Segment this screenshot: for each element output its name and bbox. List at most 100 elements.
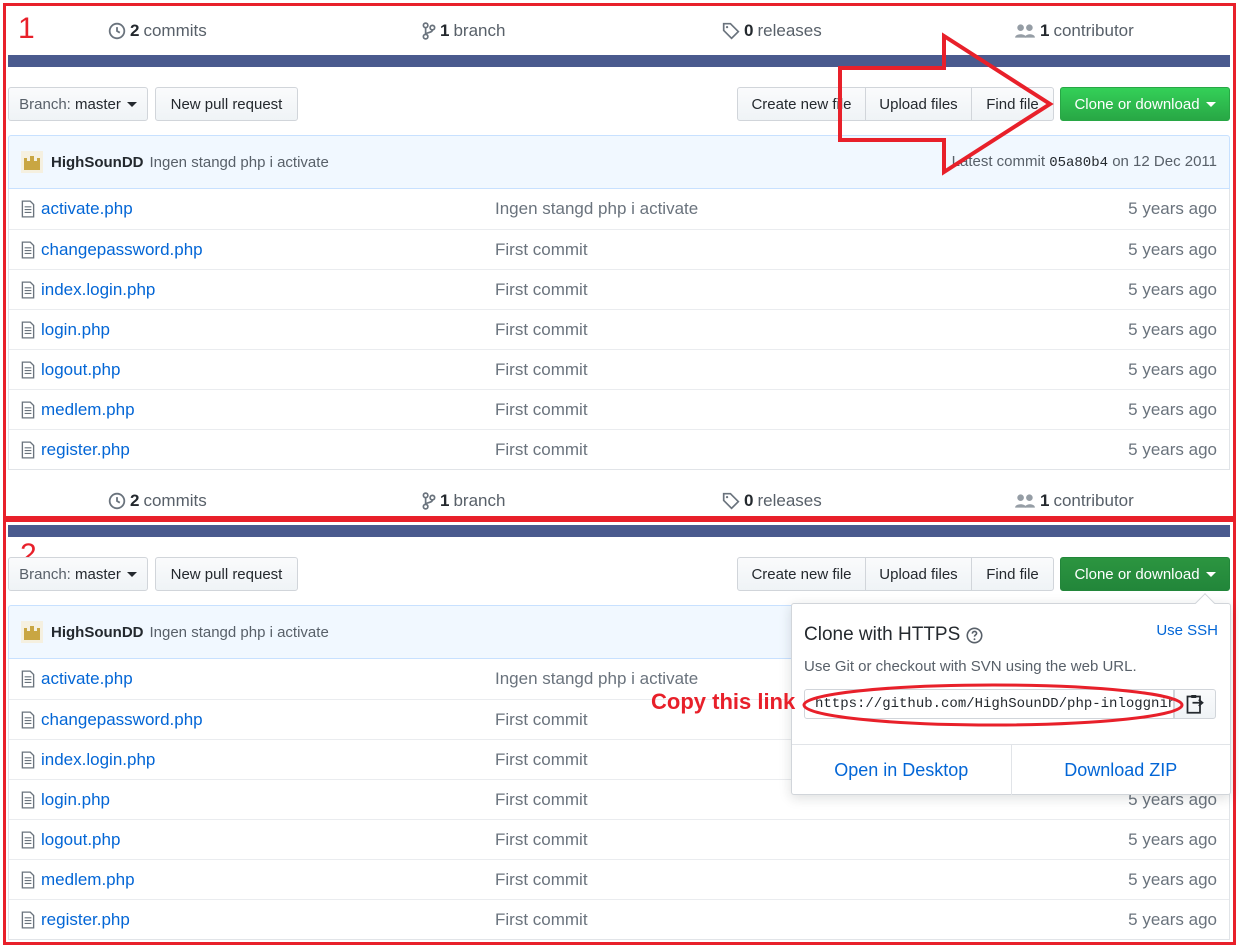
file-icon: [21, 361, 35, 379]
file-icon: [21, 711, 35, 729]
commit-author[interactable]: HighSounDD: [51, 154, 143, 171]
releases-stat[interactable]: 0 releases: [722, 473, 822, 529]
file-name-link[interactable]: index.login.php: [41, 280, 155, 300]
file-name-link[interactable]: medlem.php: [41, 870, 135, 890]
file-commit-message[interactable]: First commit: [495, 400, 588, 420]
commit-message[interactable]: Ingen stangd php i activate: [149, 154, 328, 171]
commits-stat[interactable]: 2 commits: [108, 3, 207, 59]
commit-author[interactable]: HighSounDD: [51, 624, 143, 641]
file-name-link[interactable]: logout.php: [41, 360, 120, 380]
open-in-desktop-button[interactable]: Open in Desktop: [792, 745, 1012, 795]
file-commit-message[interactable]: First commit: [495, 360, 588, 380]
file-row: logout.php First commit 5 years ago: [9, 349, 1229, 389]
file-row: changepassword.php First commit 5 years …: [9, 229, 1229, 269]
avatar[interactable]: [21, 151, 43, 173]
tag-icon: [722, 492, 740, 510]
file-name-link[interactable]: register.php: [41, 910, 130, 930]
file-icon: [21, 401, 35, 419]
contributors-stat[interactable]: 1 contributor: [1014, 473, 1134, 529]
file-commit-message[interactable]: First commit: [495, 280, 588, 300]
file-icon: [21, 831, 35, 849]
branch-icon: [422, 492, 436, 510]
file-name-link[interactable]: register.php: [41, 440, 130, 460]
commit-sha[interactable]: 05a80b4: [1049, 155, 1108, 171]
clone-description: Use Git or checkout with SVN using the w…: [804, 658, 1137, 675]
file-age: 5 years ago: [1128, 910, 1217, 929]
file-icon: [21, 200, 35, 218]
annotation-arrow: [838, 32, 1054, 176]
tag-icon: [722, 22, 740, 40]
file-name-link[interactable]: activate.php: [41, 669, 133, 689]
file-icon: [21, 321, 35, 339]
file-name-link[interactable]: changepassword.php: [41, 710, 203, 730]
new-pull-request-button[interactable]: New pull request: [155, 87, 298, 121]
find-file-button[interactable]: Find file: [971, 557, 1054, 591]
create-new-file-button[interactable]: Create new file: [737, 557, 866, 591]
file-name-link[interactable]: index.login.php: [41, 750, 155, 770]
caret-down-icon: [126, 101, 137, 107]
file-commit-message[interactable]: First commit: [495, 910, 588, 930]
history-icon: [108, 22, 126, 40]
annotation-ellipse: [802, 683, 1184, 727]
file-age: 5 years ago: [1128, 440, 1217, 459]
file-commit-message[interactable]: Ingen stangd php i activate: [495, 669, 698, 689]
file-age: 5 years ago: [1128, 870, 1217, 889]
file-row: logout.php First commit 5 years ago: [9, 819, 1229, 859]
clone-footer: Open in Desktop Download ZIP: [792, 744, 1230, 795]
file-age: 5 years ago: [1128, 240, 1217, 259]
branches-stat[interactable]: 1 branch: [422, 473, 505, 529]
branch-icon: [422, 22, 436, 40]
file-row: index.login.php First commit 5 years ago: [9, 269, 1229, 309]
branch-select-button[interactable]: Branch: master: [8, 557, 148, 591]
clone-or-download-button[interactable]: Clone or download: [1060, 87, 1230, 121]
file-icon: [21, 791, 35, 809]
people-icon: [1015, 494, 1035, 508]
file-age: 5 years ago: [1128, 320, 1217, 339]
file-commit-message[interactable]: First commit: [495, 320, 588, 340]
caret-down-icon: [1205, 101, 1216, 107]
repo-summary-2: 2 commits 1 branch 0 releases 1 contributor: [8, 473, 1230, 529]
commits-stat[interactable]: 2 commits: [108, 473, 207, 529]
file-row: login.php First commit 5 years ago: [9, 309, 1229, 349]
file-commit-message[interactable]: First commit: [495, 240, 588, 260]
file-row: medlem.php First commit 5 years ago: [9, 389, 1229, 429]
use-ssh-link[interactable]: Use SSH: [1156, 622, 1218, 639]
file-commit-message[interactable]: First commit: [495, 830, 588, 850]
clone-title: Clone with HTTPS: [804, 624, 983, 646]
file-commit-message[interactable]: First commit: [495, 710, 588, 730]
new-pull-request-button[interactable]: New pull request: [155, 557, 298, 591]
branches-stat[interactable]: 1 branch: [422, 3, 505, 59]
file-icon: [21, 911, 35, 929]
branch-select-button[interactable]: Branch: master: [8, 87, 148, 121]
file-icon: [21, 281, 35, 299]
file-row: medlem.php First commit 5 years ago: [9, 859, 1229, 899]
caret-down-icon: [126, 571, 137, 577]
file-commit-message[interactable]: First commit: [495, 870, 588, 890]
file-commit-message[interactable]: Ingen stangd php i activate: [495, 199, 698, 219]
file-row: activate.php Ingen stangd php i activate…: [9, 189, 1229, 229]
avatar[interactable]: [21, 621, 43, 643]
file-table-1: activate.php Ingen stangd php i activate…: [8, 189, 1230, 470]
file-age: 5 years ago: [1128, 830, 1217, 849]
file-age: 5 years ago: [1128, 400, 1217, 419]
clipboard-icon: [1186, 695, 1204, 714]
file-row: register.php First commit 5 years ago: [9, 899, 1229, 939]
file-commit-message[interactable]: First commit: [495, 440, 588, 460]
releases-stat[interactable]: 0 releases: [722, 3, 822, 59]
file-name-link[interactable]: login.php: [41, 790, 110, 810]
file-commit-message[interactable]: First commit: [495, 750, 588, 770]
file-name-link[interactable]: login.php: [41, 320, 110, 340]
help-icon[interactable]: [966, 626, 983, 644]
file-name-link[interactable]: medlem.php: [41, 400, 135, 420]
language-bar-2: [8, 525, 1230, 537]
file-age: 5 years ago: [1128, 360, 1217, 379]
file-name-link[interactable]: activate.php: [41, 199, 133, 219]
caret-down-icon: [1205, 571, 1216, 577]
file-commit-message[interactable]: First commit: [495, 790, 588, 810]
clone-or-download-button[interactable]: Clone or download: [1060, 557, 1230, 591]
file-name-link[interactable]: changepassword.php: [41, 240, 203, 260]
commit-message[interactable]: Ingen stangd php i activate: [149, 624, 328, 641]
download-zip-button[interactable]: Download ZIP: [1012, 745, 1231, 795]
file-name-link[interactable]: logout.php: [41, 830, 120, 850]
upload-files-button[interactable]: Upload files: [865, 557, 972, 591]
